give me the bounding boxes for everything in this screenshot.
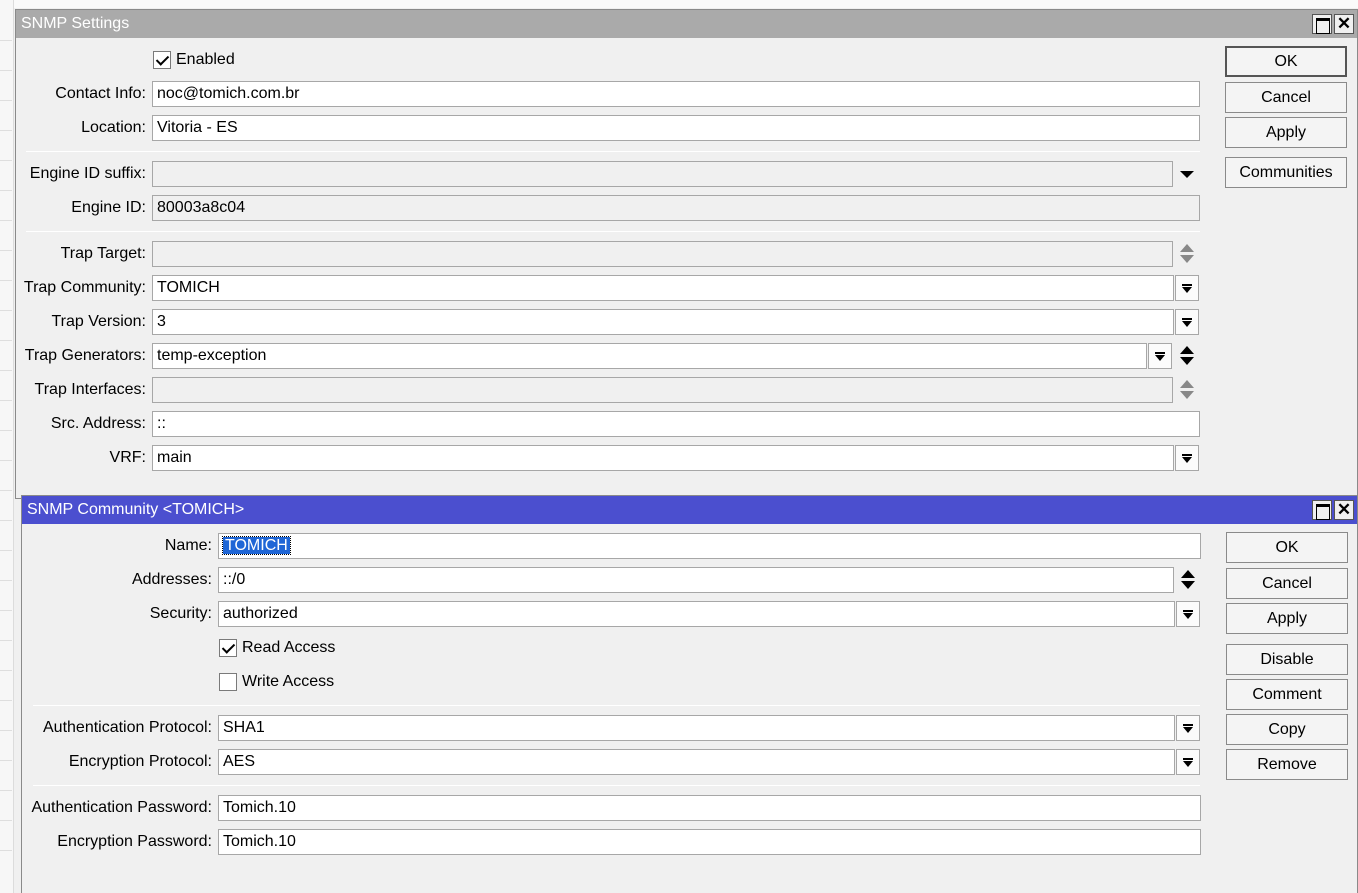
trap-interfaces-input[interactable] [152, 377, 1173, 403]
read-access-label: Read Access [242, 639, 336, 656]
name-label: Name: [164, 537, 212, 554]
write-access-checkbox[interactable] [219, 673, 237, 691]
trap-target-updown-icon[interactable] [1177, 241, 1197, 267]
background-list-strip [0, 0, 14, 893]
name-selected-text: TOMICH [222, 536, 291, 555]
settings-ok-button[interactable]: OK [1225, 46, 1347, 77]
src-address-input[interactable]: :: [152, 411, 1200, 437]
community-close-icon[interactable]: ✕ [1334, 500, 1354, 520]
vrf-dropdown-icon[interactable] [1175, 445, 1199, 471]
enc-password-input[interactable]: Tomich.10 [218, 829, 1201, 855]
contact-info-label: Contact Info: [55, 85, 146, 102]
settings-title: SNMP Settings [21, 15, 130, 32]
engine-id-suffix-input[interactable] [152, 161, 1173, 187]
read-access-checkbox[interactable] [219, 639, 237, 657]
auth-password-label: Authentication Password: [31, 799, 212, 816]
vrf-label: VRF: [109, 449, 146, 466]
contact-info-input[interactable]: noc@tomich.com.br [152, 81, 1200, 107]
trap-target-label: Trap Target: [60, 245, 146, 262]
addresses-label: Addresses: [131, 571, 212, 588]
auth-protocol-select[interactable]: SHA1 [218, 715, 1175, 741]
trap-generators-select[interactable]: temp-exception [152, 343, 1147, 369]
disable-button[interactable]: Disable [1226, 644, 1348, 675]
trap-interfaces-label: Trap Interfaces: [34, 381, 146, 398]
name-input[interactable]: TOMICH [218, 533, 1201, 559]
location-input[interactable]: Vitoria - ES [152, 115, 1200, 141]
engine-id-suffix-label: Engine ID suffix: [29, 165, 146, 182]
settings-cancel-button[interactable]: Cancel [1225, 82, 1347, 113]
trap-generators-label: Trap Generators: [24, 347, 146, 364]
location-label: Location: [81, 119, 146, 136]
comment-button[interactable]: Comment [1226, 679, 1348, 710]
enc-password-label: Encryption Password: [57, 833, 212, 850]
community-title: SNMP Community <TOMICH> [27, 501, 245, 518]
trap-version-label: Trap Version: [51, 313, 146, 330]
community-separator-2 [33, 785, 1200, 786]
addresses-input[interactable]: ::/0 [218, 567, 1174, 593]
settings-apply-button[interactable]: Apply [1225, 117, 1347, 148]
src-address-label: Src. Address: [50, 415, 146, 432]
enabled-checkbox[interactable] [153, 51, 171, 69]
trap-interfaces-updown-icon[interactable] [1177, 377, 1197, 403]
engine-id-suffix-chevron-down-icon[interactable] [1177, 161, 1197, 187]
community-ok-button[interactable]: OK [1226, 532, 1348, 563]
settings-separator-1 [26, 151, 1200, 152]
engine-id-label: Engine ID: [71, 199, 146, 216]
enabled-label: Enabled [176, 51, 235, 68]
community-titlebar[interactable]: SNMP Community <TOMICH> [22, 496, 1357, 524]
engine-id-value: 80003a8c04 [152, 195, 1200, 221]
trap-version-select[interactable]: 3 [152, 309, 1174, 335]
copy-button[interactable]: Copy [1226, 714, 1348, 745]
trap-target-input[interactable] [152, 241, 1173, 267]
community-maximize-icon[interactable] [1312, 500, 1332, 520]
security-label: Security: [149, 605, 212, 622]
auth-protocol-label: Authentication Protocol: [43, 719, 212, 736]
community-cancel-button[interactable]: Cancel [1226, 568, 1348, 599]
auth-password-input[interactable]: Tomich.10 [218, 795, 1201, 821]
vrf-select[interactable]: main [152, 445, 1174, 471]
settings-separator-2 [26, 231, 1200, 232]
addresses-updown-icon[interactable] [1178, 567, 1198, 593]
auth-protocol-dropdown-icon[interactable] [1176, 715, 1200, 741]
security-select[interactable]: authorized [218, 601, 1175, 627]
community-apply-button[interactable]: Apply [1226, 603, 1348, 634]
trap-community-dropdown-icon[interactable] [1175, 275, 1199, 301]
enc-protocol-select[interactable]: AES [218, 749, 1175, 775]
settings-close-icon[interactable]: ✕ [1334, 14, 1354, 34]
desktop-background [0, 0, 1358, 8]
communities-button[interactable]: Communities [1225, 157, 1347, 188]
settings-maximize-icon[interactable] [1312, 14, 1332, 34]
trap-version-dropdown-icon[interactable] [1175, 309, 1199, 335]
trap-community-label: Trap Community: [23, 279, 146, 296]
enc-protocol-dropdown-icon[interactable] [1176, 749, 1200, 775]
trap-community-select[interactable]: TOMICH [152, 275, 1174, 301]
remove-button[interactable]: Remove [1226, 749, 1348, 780]
trap-generators-dropdown-icon[interactable] [1148, 343, 1172, 369]
community-separator-1 [33, 705, 1200, 706]
settings-titlebar[interactable]: SNMP Settings [16, 10, 1357, 38]
security-dropdown-icon[interactable] [1176, 601, 1200, 627]
write-access-label: Write Access [242, 673, 335, 690]
enc-protocol-label: Encryption Protocol: [68, 753, 212, 770]
trap-generators-updown-icon[interactable] [1177, 343, 1197, 369]
